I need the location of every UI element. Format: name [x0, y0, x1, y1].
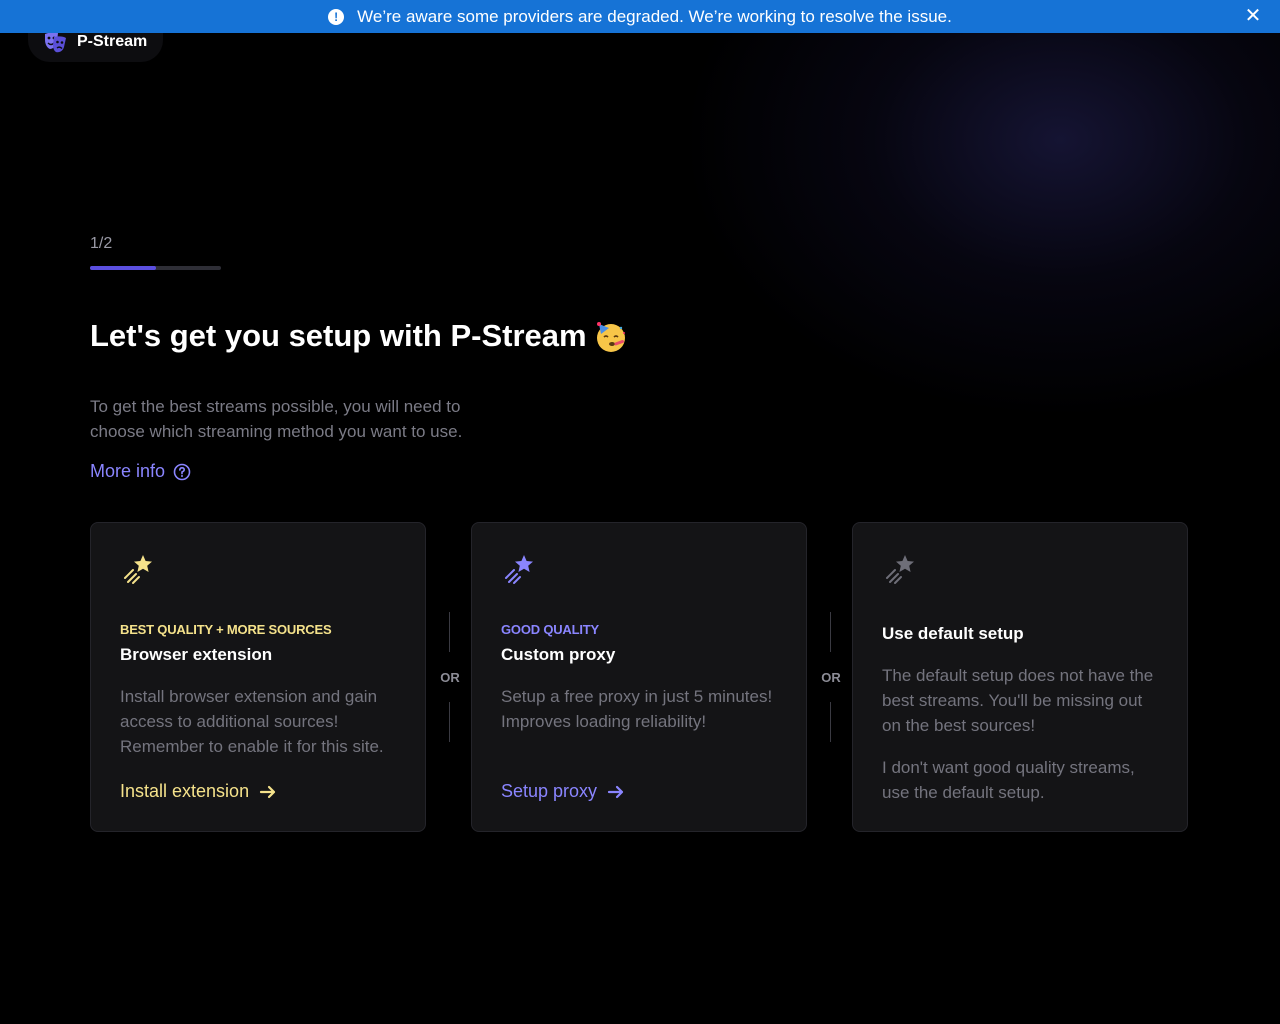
close-icon[interactable]: ✕ [1244, 6, 1262, 26]
card-description: Install browser extension and gain acces… [120, 687, 384, 756]
more-info-link[interactable]: More info [90, 461, 191, 482]
logo-text: P-Stream [77, 33, 148, 50]
more-info-label: More info [90, 461, 166, 481]
progress-fill [90, 266, 156, 270]
card-title: Browser extension [120, 645, 273, 664]
banner-text: We’re aware some providers are degraded.… [357, 6, 952, 26]
page-title: Let's get you setup with P-Stream [90, 318, 629, 354]
or-label: OR [440, 670, 460, 685]
step-counter: 1/2 [90, 235, 113, 252]
or-separator: OR [811, 612, 851, 742]
setup-proxy-link[interactable]: Setup proxy [501, 781, 625, 802]
install-extension-label: Install extension [120, 781, 250, 801]
separator-line [830, 702, 831, 742]
setup-proxy-label: Setup proxy [501, 781, 598, 801]
browser-extension-card[interactable]: BEST QUALITY + MORE SOURCES Browser exte… [90, 522, 426, 832]
page-title-text: Let's get you setup with P-Stream [90, 318, 587, 353]
background-glow [680, 0, 1280, 420]
arrow-right-icon [259, 785, 276, 798]
default-setup-link[interactable]: I don't want good quality streams, use t… [882, 755, 1162, 805]
custom-proxy-card[interactable]: GOOD QUALITY Custom proxy Setup a free p… [471, 522, 807, 832]
shooting-star-icon [124, 555, 152, 584]
page-description: To get the best streams possible, you wi… [90, 397, 463, 441]
card-description: Setup a free proxy in just 5 minutes! Im… [501, 687, 773, 731]
separator-line [449, 612, 450, 652]
or-label: OR [821, 670, 841, 685]
card-description: The default setup does not have the best… [882, 666, 1154, 735]
or-separator: OR [430, 612, 470, 742]
separator-line [830, 612, 831, 652]
card-title: Custom proxy [501, 645, 616, 664]
status-banner: ! We’re aware some providers are degrade… [0, 0, 1280, 33]
install-extension-link[interactable]: Install extension [120, 781, 277, 802]
shooting-star-icon [505, 555, 533, 584]
card-title: Use default setup [882, 624, 1024, 643]
exclamation-circle-icon: ! [328, 8, 345, 25]
arrow-right-icon [607, 785, 624, 798]
card-tag: GOOD QUALITY [501, 622, 599, 637]
separator-line [449, 702, 450, 742]
shooting-star-icon [886, 555, 914, 584]
progress-bar [90, 266, 221, 270]
default-setup-card[interactable]: Use default setup The default setup does… [852, 522, 1188, 832]
page: ! We’re aware some providers are degrade… [0, 0, 1280, 1024]
partying-face-emoji [596, 322, 625, 352]
question-circle-icon [173, 463, 191, 480]
card-tag: BEST QUALITY + MORE SOURCES [120, 622, 332, 637]
